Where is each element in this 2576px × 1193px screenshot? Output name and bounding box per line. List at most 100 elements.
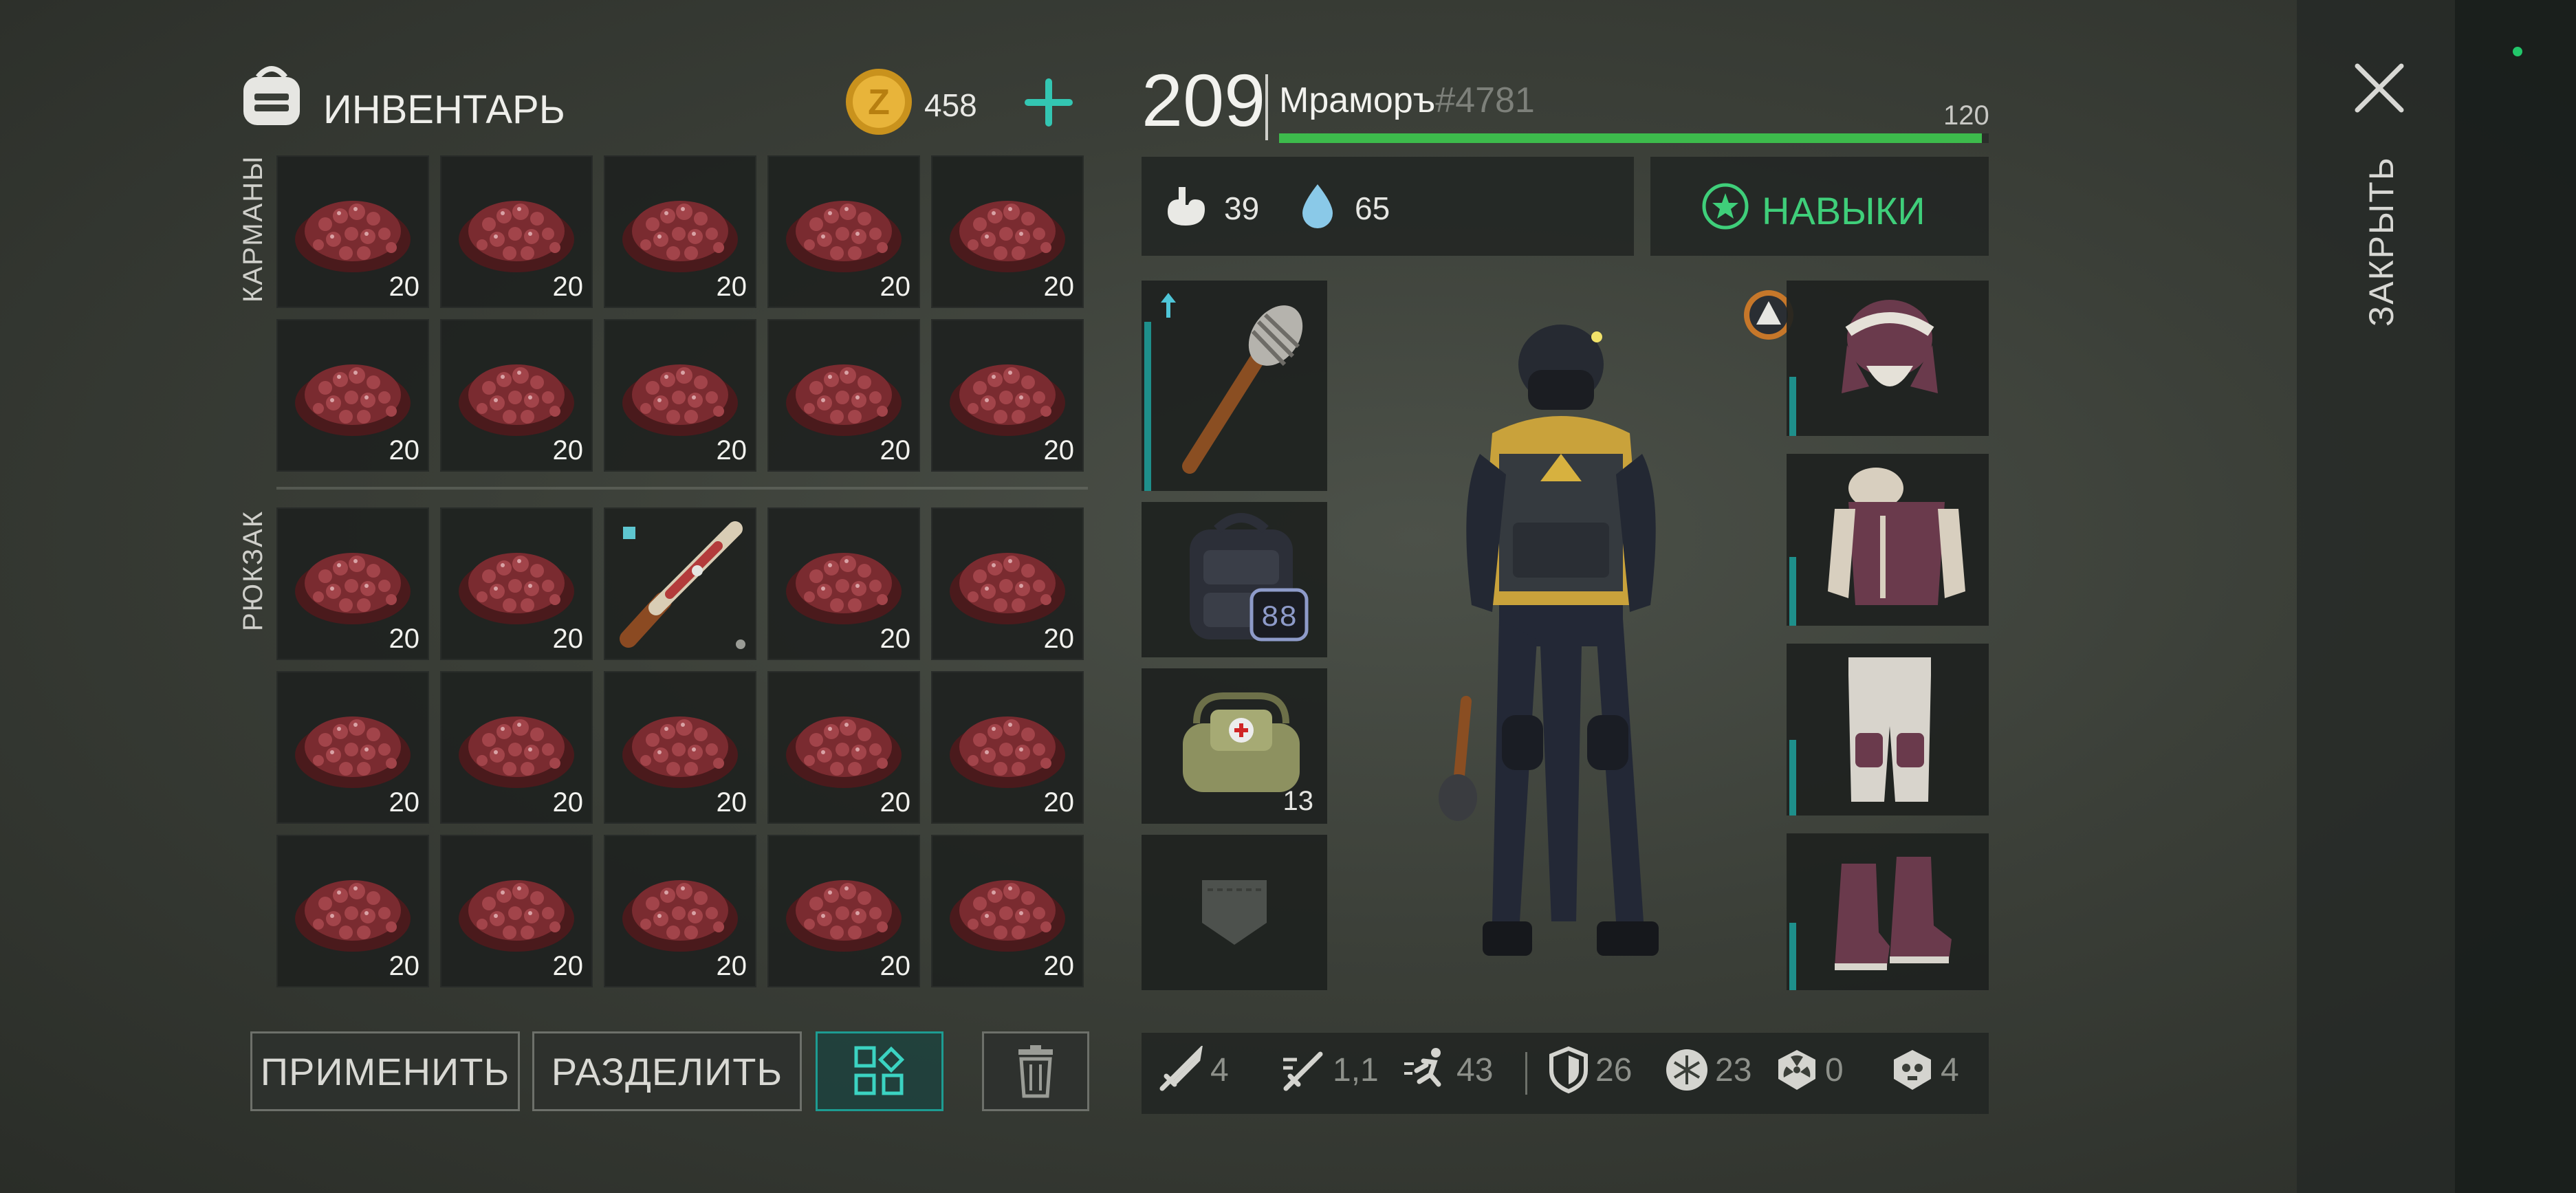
pocket-slot[interactable]: 20 — [604, 319, 756, 472]
item-dot — [736, 639, 745, 649]
item-count: 20 — [552, 272, 584, 302]
stat-toxic-value: 4 — [1941, 1051, 1959, 1088]
thirst-value: 65 — [1355, 190, 1390, 226]
stat-armor-value: 26 — [1595, 1051, 1633, 1088]
weapon-slot[interactable] — [1142, 281, 1327, 491]
pocket-slot[interactable]: 20 — [767, 319, 920, 472]
right-sidebar-edge — [2455, 0, 2576, 1193]
backpack-capacity: 88 — [1261, 601, 1298, 635]
close-button[interactable]: ЗАКРЫТЬ — [2345, 55, 2414, 344]
item-count: 20 — [389, 272, 420, 302]
berries-icon — [459, 716, 574, 788]
boots-icon — [1835, 857, 1952, 970]
backpack-label: РЮКЗАК — [238, 510, 268, 631]
character-figure — [1439, 325, 1659, 956]
item-count: 20 — [880, 624, 911, 654]
section-divider — [276, 487, 1088, 490]
berries-icon — [950, 553, 1065, 624]
pocket-slot[interactable]: 20 — [767, 155, 920, 308]
pocket-slot[interactable]: 20 — [276, 319, 429, 472]
status-dot — [2513, 47, 2522, 56]
durability-bar — [1789, 557, 1796, 626]
xp-bar-track — [1279, 133, 1989, 143]
shield-icon — [1549, 1046, 1588, 1094]
pocket-slot[interactable]: 20 — [931, 155, 1084, 308]
pocket-slot[interactable]: 20 — [440, 155, 593, 308]
grid-icon — [854, 1046, 905, 1095]
add-coins-button[interactable] — [1018, 72, 1080, 133]
backpack-slot[interactable]: 20 — [276, 671, 429, 824]
bag-slot[interactable]: 13 — [1142, 668, 1327, 824]
backpack-slot[interactable] — [604, 507, 756, 660]
backpack-slot[interactable]: 20 — [604, 671, 756, 824]
berries-icon — [295, 364, 411, 436]
trash-icon — [1018, 1045, 1053, 1098]
backpack-slot[interactable]: 20 — [276, 507, 429, 660]
snowflake-icon — [1666, 1049, 1707, 1091]
level-separator — [1265, 74, 1268, 140]
backpack-slot[interactable]: 88 — [1142, 502, 1327, 657]
armor-slot[interactable] — [1787, 454, 1989, 626]
backpack-slot[interactable]: 20 — [604, 835, 756, 987]
hat-slot[interactable] — [1787, 281, 1989, 436]
item-count: 20 — [880, 951, 911, 981]
sort-button[interactable] — [816, 1031, 943, 1111]
delete-button[interactable] — [982, 1031, 1089, 1111]
backpack-slot[interactable]: 20 — [931, 835, 1084, 987]
star-icon — [1702, 183, 1749, 230]
backpack-slot[interactable]: 20 — [440, 835, 593, 987]
pocket-slot[interactable] — [1142, 835, 1327, 990]
item-count: 20 — [1043, 624, 1075, 654]
backpack-slot[interactable]: 20 — [440, 507, 593, 660]
durability-bar — [1789, 377, 1796, 436]
split-button[interactable]: РАЗДЕЛИТЬ — [532, 1031, 802, 1111]
backpack-slot[interactable]: 20 — [767, 671, 920, 824]
close-label: ЗАКРЫТЬ — [2362, 156, 2401, 327]
berries-icon — [950, 716, 1065, 788]
player-level: 209 — [1142, 58, 1266, 142]
coin-amount: 458 — [924, 87, 977, 123]
sword-icon — [1159, 1046, 1203, 1091]
skills-button[interactable]: НАВЫКИ — [1650, 157, 1989, 256]
berries-icon — [950, 364, 1065, 436]
player-name: Мраморъ — [1279, 80, 1436, 120]
pants-slot[interactable] — [1787, 644, 1989, 816]
pocket-slot[interactable]: 20 — [276, 155, 429, 308]
berries-icon — [295, 716, 411, 788]
water-drop-icon — [1302, 184, 1333, 228]
berries-icon — [786, 364, 902, 436]
pocket-slot[interactable]: 20 — [440, 319, 593, 472]
item-count: 20 — [552, 787, 584, 818]
backpack-slot[interactable]: 20 — [931, 507, 1084, 660]
toxic-skull-icon — [1894, 1050, 1931, 1090]
vitals-panel: 39 65 — [1142, 157, 1634, 256]
pockets-label: КАРМАНЫ — [238, 155, 268, 303]
stat-attack-speed-value: 1,1 — [1333, 1051, 1379, 1088]
item-count: 20 — [1043, 435, 1075, 466]
item-count: 20 — [880, 272, 911, 302]
berries-icon — [622, 364, 738, 436]
coin-icon: Z — [846, 69, 912, 135]
berries-icon — [459, 364, 574, 436]
item-count: 20 — [389, 624, 420, 654]
use-button[interactable]: ПРИМЕНИТЬ — [250, 1031, 520, 1111]
character-model[interactable] — [1417, 316, 1705, 976]
inventory-title: ИНВЕНТАРЬ — [323, 87, 565, 132]
xp-bar-fill — [1279, 133, 1982, 143]
boots-slot[interactable] — [1787, 833, 1989, 990]
pocket-slot[interactable]: 20 — [931, 319, 1084, 472]
backpack-slot[interactable]: 20 — [440, 671, 593, 824]
item-count: 20 — [389, 787, 420, 818]
backpack-slot[interactable]: 20 — [767, 507, 920, 660]
stat-damage: 4 — [1157, 1045, 1229, 1095]
backpack-slot[interactable]: 20 — [767, 835, 920, 987]
stat-attack-speed: 1,1 — [1279, 1045, 1379, 1095]
berries-icon — [622, 201, 738, 272]
pocket-slot[interactable]: 20 — [604, 155, 756, 308]
durability-bar — [1144, 322, 1151, 491]
hat-icon — [1842, 300, 1938, 393]
backpack-slot[interactable]: 20 — [276, 835, 429, 987]
shotgun-icon — [620, 521, 743, 648]
durability-bar — [1789, 740, 1796, 816]
backpack-slot[interactable]: 20 — [931, 671, 1084, 824]
